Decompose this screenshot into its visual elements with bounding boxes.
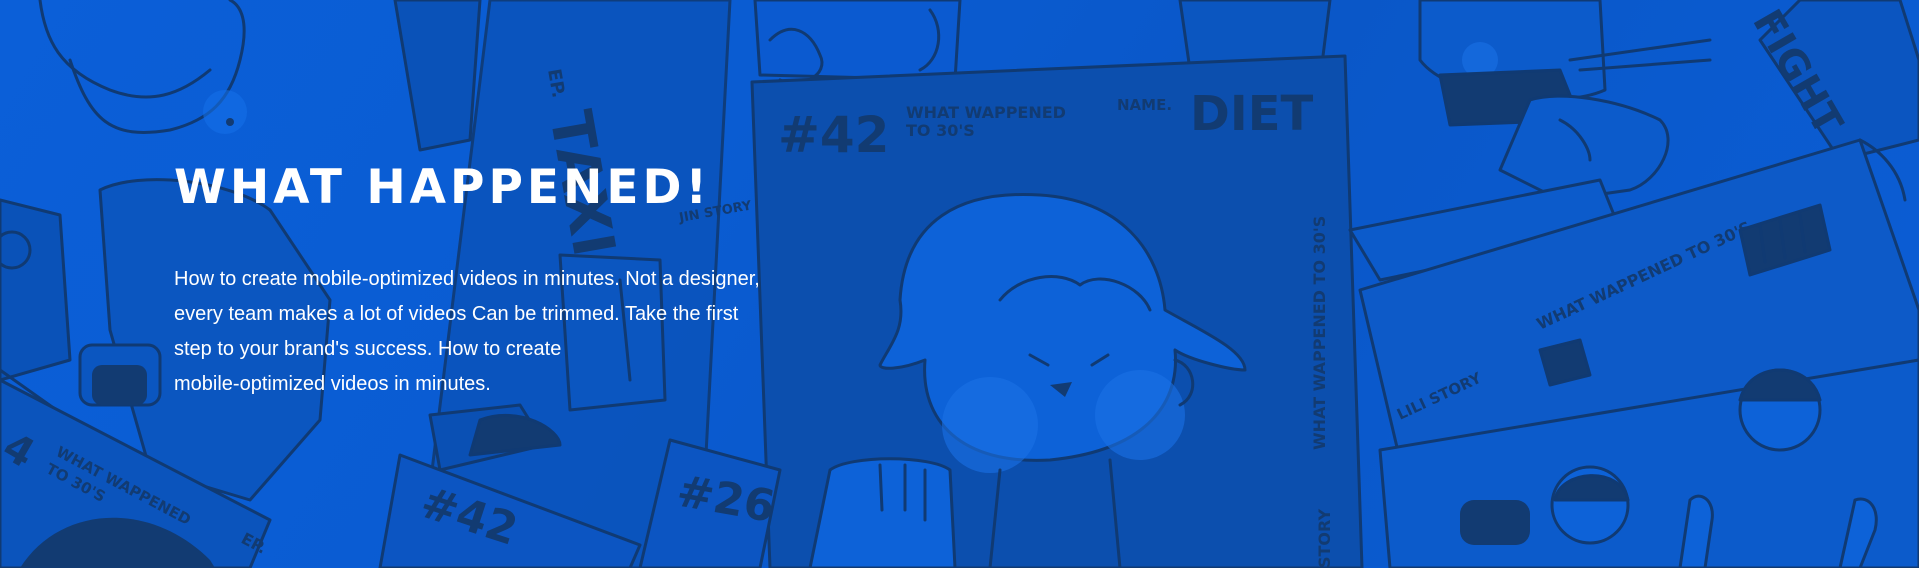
hero-title: WHAT HAPPENED! xyxy=(174,160,711,215)
hero-description-line: every team makes a lot of videos Can be … xyxy=(174,303,739,325)
svg-text:TO 30'S: TO 30'S xyxy=(906,121,975,140)
hero-text-block: WHAT HAPPENED! How to create mobile-opti… xyxy=(174,160,874,402)
svg-text:STORY: STORY xyxy=(1315,509,1334,568)
svg-text:#42: #42 xyxy=(778,106,889,164)
hero-description-line: How to create mobile-optimized videos in… xyxy=(174,268,760,290)
svg-text:NAME.: NAME. xyxy=(1117,96,1172,114)
svg-text:DIET: DIET xyxy=(1190,86,1313,142)
hero-description: How to create mobile-optimized videos in… xyxy=(174,262,854,402)
hero-banner: .ln { fill: none; stroke: #103a73; strok… xyxy=(0,0,1919,568)
svg-text:WHAT WAPPENED: WHAT WAPPENED xyxy=(906,103,1066,122)
hero-description-line: mobile-optimized videos in minutes. xyxy=(174,373,491,395)
svg-text:WHAT WAPPENED TO 30'S: WHAT WAPPENED TO 30'S xyxy=(1310,216,1329,450)
hero-description-line: step to your brand's success. How to cre… xyxy=(174,338,562,360)
